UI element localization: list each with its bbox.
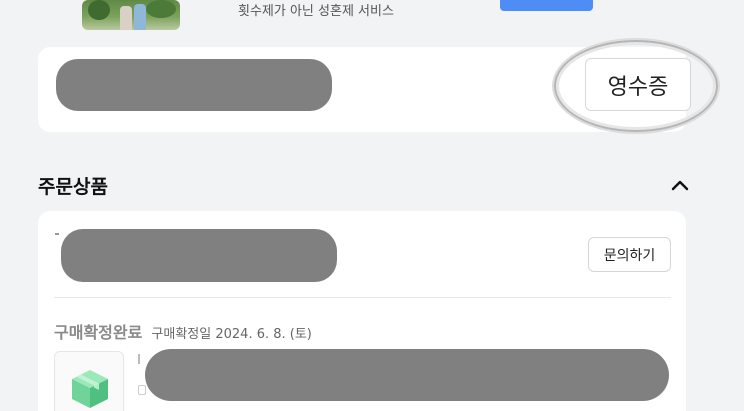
checkbox-fragment: [138, 385, 146, 395]
redacted-seller-name: [61, 229, 337, 282]
redacted-product-name: [145, 349, 669, 401]
person-shape: [134, 4, 146, 30]
service-description: 횟수제가 아닌 성혼제 서비스: [238, 4, 394, 19]
service-cta-button[interactable]: [500, 0, 593, 11]
service-thumbnail[interactable]: [82, 0, 180, 30]
text-fragment: [138, 354, 140, 364]
product-thumbnail[interactable]: [54, 351, 124, 411]
inquiry-button[interactable]: 문의하기: [588, 237, 671, 272]
text-fragment: [55, 233, 59, 235]
box-icon: [72, 370, 108, 408]
tree-shape: [88, 0, 110, 20]
person-shape: [120, 6, 132, 30]
order-status-row: 구매확정완료 구매확정일 2024. 6. 8. (토): [54, 319, 312, 343]
tree-shape: [146, 0, 176, 18]
receipt-button[interactable]: 영수증: [585, 58, 691, 111]
section-title-order-items: 주문상품: [38, 176, 108, 198]
product-option-text: …: [172, 406, 184, 411]
purchase-confirmed-date: 구매확정일 2024. 6. 8. (토): [151, 327, 312, 342]
divider: [54, 297, 671, 298]
order-status: 구매확정완료: [54, 323, 143, 342]
redacted-order-number: [56, 59, 332, 111]
chevron-up-icon[interactable]: [669, 177, 691, 193]
